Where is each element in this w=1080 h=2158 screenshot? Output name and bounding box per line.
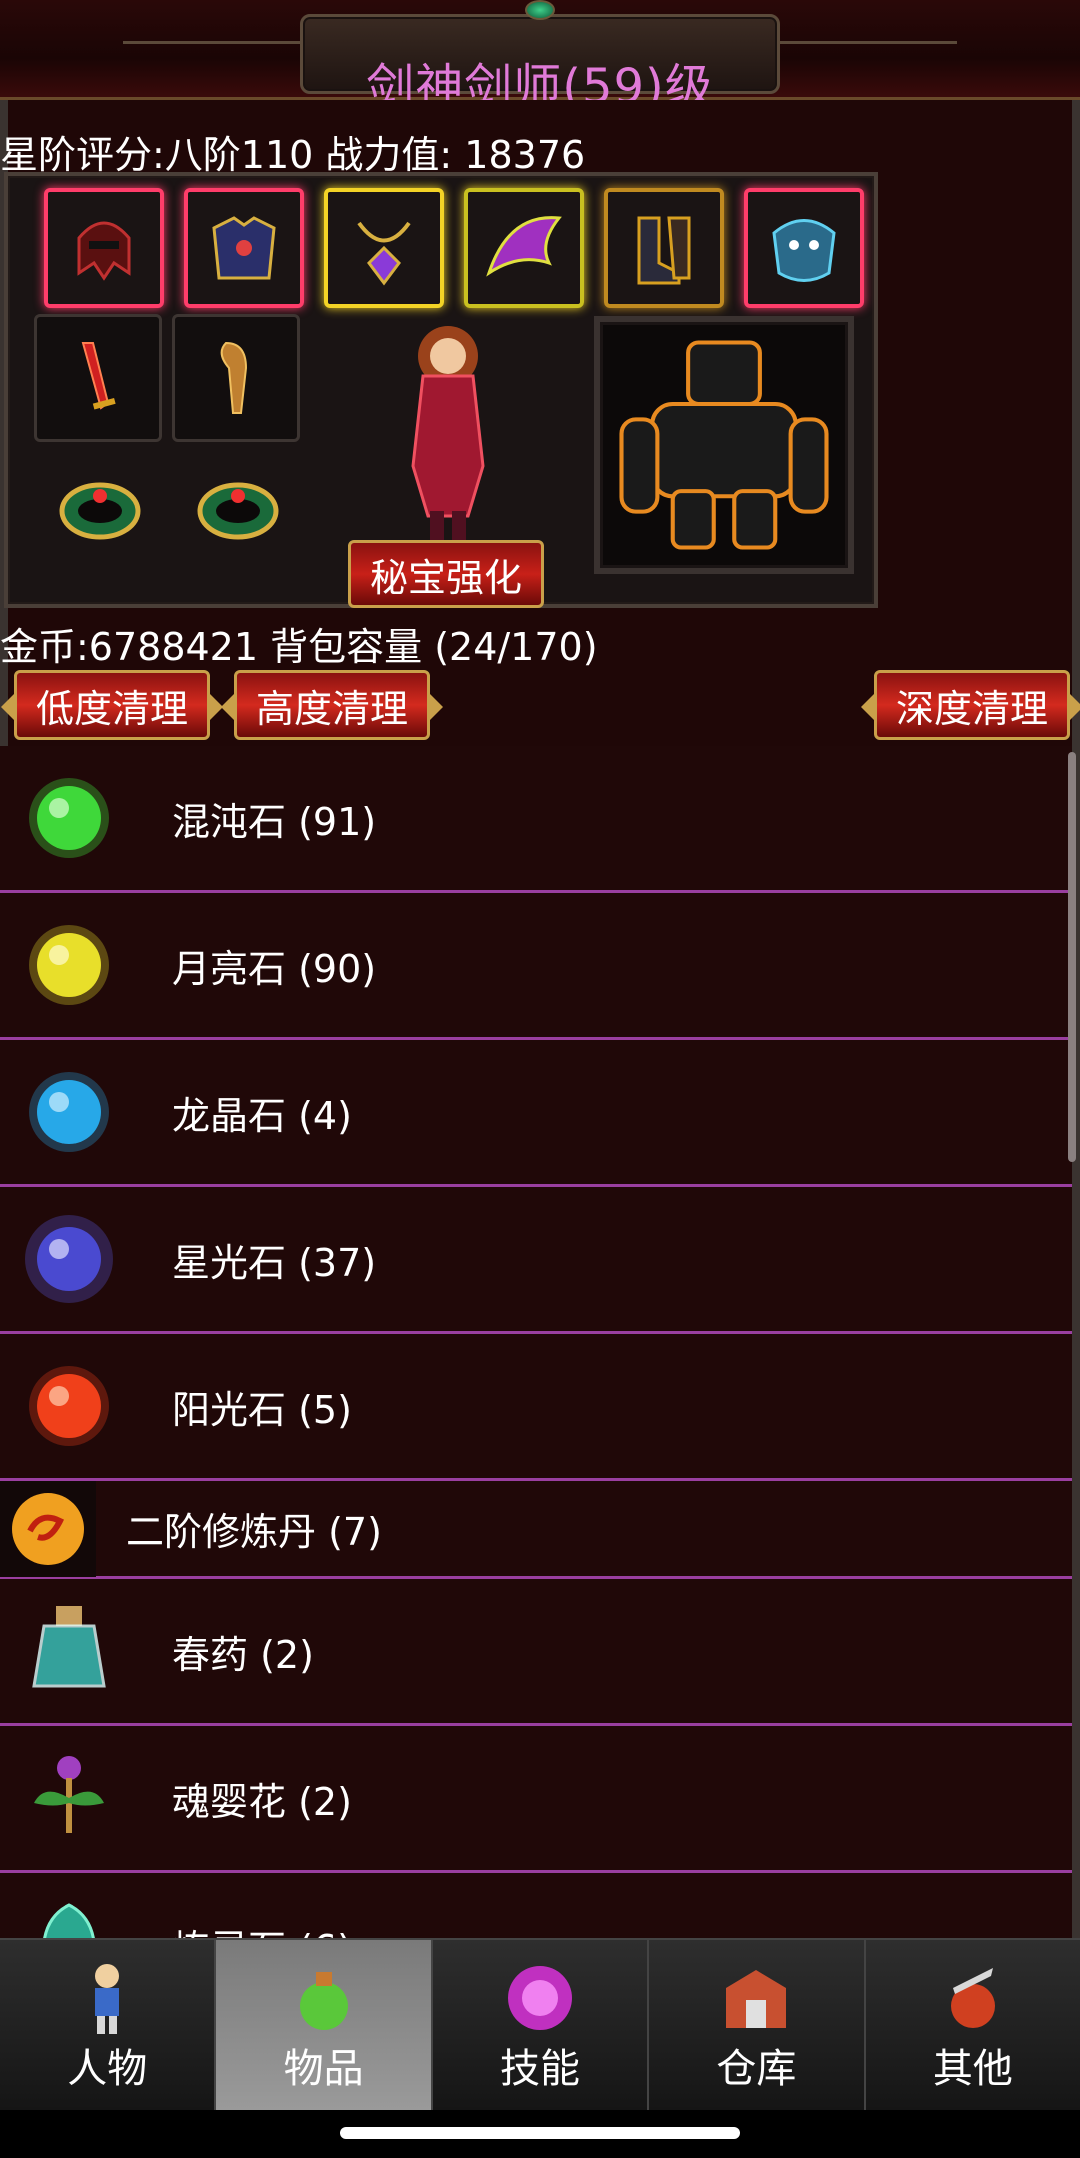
equip-slot-wing[interactable] xyxy=(464,188,584,308)
tab-items[interactable]: 物品 xyxy=(216,1940,433,2110)
list-item[interactable]: 炼灵石 (6) xyxy=(0,1873,1072,1938)
tab-label: 仓库 xyxy=(716,2046,797,2092)
equip-slot-bracelet-left[interactable] xyxy=(38,456,162,566)
list-item[interactable]: 月亮石 (90) xyxy=(0,893,1072,1040)
pet-frame[interactable] xyxy=(594,316,854,574)
character-figure xyxy=(411,326,485,541)
item-label: 混沌石 (91) xyxy=(172,799,377,844)
blue-orb-icon xyxy=(29,1072,109,1152)
list-item[interactable]: 魂婴花 (2) xyxy=(0,1726,1072,1873)
item-label: 二阶修炼丹 (7) xyxy=(126,1510,382,1554)
tab-label: 物品 xyxy=(283,2046,364,2092)
equip-slot-weapon[interactable] xyxy=(34,314,162,442)
equip-slot-boots[interactable] xyxy=(604,188,724,308)
item-label: 星光石 (37) xyxy=(172,1240,377,1285)
other-icon xyxy=(950,1968,995,2028)
red-sword-icon xyxy=(81,342,116,410)
bottom-nav: 人物 物品 技能 仓库 其他 xyxy=(0,1938,1080,2110)
equip-slot-offhand[interactable] xyxy=(172,314,300,442)
helmet-icon xyxy=(77,221,131,281)
item-label: 魂婴花 (2) xyxy=(172,1779,352,1824)
list-item[interactable]: 春药 (2) xyxy=(0,1579,1072,1726)
title-plate: 剑神剑师(59)级 xyxy=(123,14,957,115)
dragon-mask-icon xyxy=(772,219,836,282)
score-line: 星阶评分:八阶110 战力值: 18376 xyxy=(0,133,586,177)
high-clean-button[interactable]: 高度清理 xyxy=(221,670,443,740)
item-list[interactable]: 混沌石 (91) 月亮石 (90) 龙晶石 (4) 星光石 (37) 阳光石 (… xyxy=(0,746,1072,1938)
low-clean-button[interactable]: 低度清理 xyxy=(1,670,223,740)
equip-slot-bracelet-right[interactable] xyxy=(176,456,300,566)
necklace-icon xyxy=(357,221,411,286)
boots-icon xyxy=(637,216,691,285)
tab-label: 其他 xyxy=(932,2046,1013,2092)
teal-stone-icon xyxy=(43,1903,95,1938)
tab-label: 技能 xyxy=(500,2046,581,2092)
purple-orb-icon xyxy=(25,1215,113,1303)
items-bag-icon xyxy=(299,1972,348,2030)
item-label: 春药 (2) xyxy=(172,1632,314,1677)
item-label: 龙晶石 (4) xyxy=(172,1093,352,1138)
armor-icon xyxy=(212,216,276,280)
gold-and-bag-capacity: 金币:6788421 背包容量 (24/170) xyxy=(0,625,598,669)
character-icon xyxy=(95,1964,120,2034)
list-item[interactable]: 龙晶石 (4) xyxy=(0,1040,1072,1187)
title-gem-icon xyxy=(525,0,555,20)
list-item[interactable]: 星光石 (37) xyxy=(0,1187,1072,1334)
tab-label: 人物 xyxy=(67,2046,148,2092)
equip-slot-armor[interactable] xyxy=(184,188,304,308)
title-bar: 剑神剑师(59)级 xyxy=(0,0,1080,115)
pill-icon xyxy=(0,1480,96,1577)
list-item[interactable]: 阳光石 (5) xyxy=(0,1334,1072,1481)
equip-slot-necklace[interactable] xyxy=(324,188,444,308)
bracelet-left-icon xyxy=(59,482,141,540)
secret-treasure-button[interactable]: 秘宝强化 xyxy=(348,540,544,608)
skill-orb-icon xyxy=(508,1966,573,2030)
tab-warehouse[interactable]: 仓库 xyxy=(649,1940,866,2110)
list-item[interactable]: 二阶修炼丹 (7) xyxy=(0,1480,1072,1579)
equip-slot-helmet[interactable] xyxy=(44,188,164,308)
tab-skills[interactable]: 技能 xyxy=(433,1940,650,2110)
item-label: 炼灵石 (6) xyxy=(172,1918,352,1939)
wing-icon xyxy=(486,216,562,277)
bracelet-right-icon xyxy=(197,482,279,540)
flower-icon xyxy=(34,1756,104,1833)
item-label: 阳光石 (5) xyxy=(172,1387,352,1432)
deep-clean-button[interactable]: 深度清理 xyxy=(861,670,1080,740)
potion-bottle-icon xyxy=(32,1606,106,1688)
warehouse-icon xyxy=(726,1970,787,2028)
equipment-panel: 秘宝强化 xyxy=(4,172,878,608)
red-orb-icon xyxy=(29,1366,109,1446)
home-indicator[interactable] xyxy=(340,2127,740,2139)
list-item[interactable]: 混沌石 (91) xyxy=(0,746,1072,893)
tab-other[interactable]: 其他 xyxy=(866,1940,1080,2110)
green-orb-icon xyxy=(29,778,109,858)
equip-slot-dragon-mask[interactable] xyxy=(744,188,864,308)
tab-character[interactable]: 人物 xyxy=(0,1940,217,2110)
item-label: 月亮石 (90) xyxy=(172,946,377,991)
yellow-orb-icon xyxy=(29,925,109,1005)
item-list-scrollbar[interactable] xyxy=(1068,752,1076,1162)
club-icon xyxy=(220,341,248,414)
golem-pet-icon xyxy=(619,340,829,550)
